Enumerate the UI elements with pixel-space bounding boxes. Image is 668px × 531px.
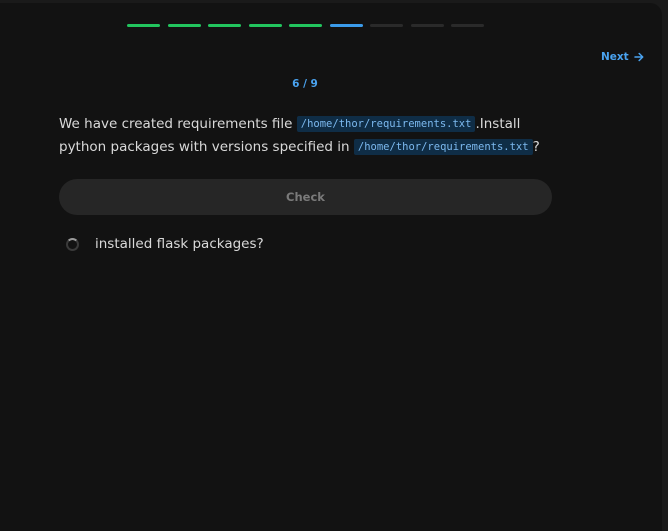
progress-segment-7 xyxy=(370,24,403,27)
task-item: installed flask packages? xyxy=(66,236,264,252)
next-button[interactable]: Next xyxy=(601,51,644,63)
quiz-panel: Next 6 / 9 We have created requirements … xyxy=(0,3,662,531)
code-path-1: /home/thor/requirements.txt xyxy=(296,116,476,132)
progress-segment-5 xyxy=(289,24,322,27)
next-button-label: Next xyxy=(601,51,629,63)
progress-segment-4 xyxy=(248,24,282,27)
code-path-2: /home/thor/requirements.txt xyxy=(353,139,533,155)
progress-bar xyxy=(127,24,492,27)
question-text-part3: ? xyxy=(532,139,540,155)
question-text: We have created requirements file /home/… xyxy=(59,113,559,159)
progress-segment-9 xyxy=(451,24,484,27)
task-label: installed flask packages? xyxy=(95,236,264,252)
progress-segment-2 xyxy=(167,24,201,27)
progress-segment-8 xyxy=(410,24,444,27)
arrow-right-icon xyxy=(633,52,644,62)
loading-spinner-icon xyxy=(66,237,79,251)
progress-segment-6 xyxy=(329,24,363,27)
question-text-part1: We have created requirements file xyxy=(59,116,297,132)
question-counter: 6 / 9 xyxy=(292,78,318,90)
check-button[interactable]: Check xyxy=(59,179,552,215)
progress-segment-3 xyxy=(208,24,241,27)
progress-segment-1 xyxy=(127,24,160,27)
